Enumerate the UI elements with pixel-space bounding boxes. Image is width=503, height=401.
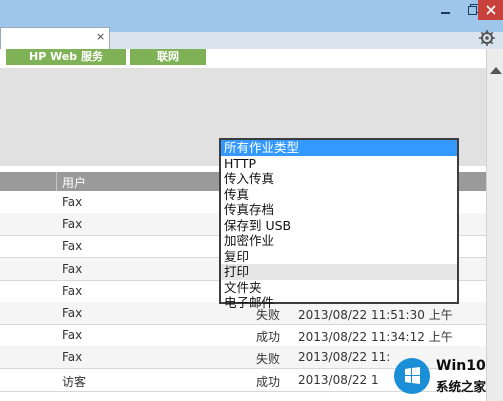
cell-user: Fax (62, 239, 83, 254)
tab-close-icon[interactable]: × (96, 30, 105, 43)
column-header-user[interactable]: 用户 (62, 174, 86, 191)
table-row[interactable]: Fax 成功 2013/08/22 11:34:12 上午 (0, 324, 486, 348)
cell-user: Fax (62, 283, 83, 298)
cell-status: 成功 (256, 330, 281, 345)
cell-time: 2013/08/22 11:34:12 上午 (298, 330, 453, 345)
cell-status: 失败 (256, 352, 281, 367)
scroll-up-arrow-icon[interactable] (490, 67, 502, 74)
win10-logo-icon (394, 358, 430, 394)
watermark: Win10 系统之家 (388, 352, 503, 401)
dropdown-option[interactable]: 加密作业 (221, 233, 457, 249)
cell-user: Fax (62, 328, 83, 343)
close-window-button[interactable] (478, 0, 503, 20)
watermark-line2: 系统之家 (436, 379, 487, 394)
cell-user: Fax (62, 306, 83, 320)
dropdown-option[interactable]: 传入传真 (221, 171, 457, 187)
cell-user: Fax (62, 350, 83, 365)
tab-networking[interactable]: 联网 (130, 49, 206, 65)
vertical-scrollbar[interactable] (486, 49, 503, 401)
dropdown-option[interactable]: 打印 (221, 264, 457, 280)
cell-user: Fax (62, 195, 83, 209)
minimize-icon (441, 12, 450, 14)
minimize-button[interactable] (432, 0, 459, 20)
watermark-line1: Win10 (436, 358, 486, 374)
browser-tab[interactable] (0, 27, 110, 50)
close-icon (485, 5, 496, 15)
cell-user: Fax (62, 261, 83, 276)
cell-status: 成功 (256, 374, 281, 389)
cell-user: Fax (62, 217, 83, 232)
cell-time: 2013/08/22 1 (298, 372, 379, 387)
dropdown-option[interactable]: 保存到 USB (221, 218, 457, 234)
dropdown-option[interactable]: 电子邮件 (221, 295, 457, 311)
cell-user: 访客 (62, 374, 87, 389)
dropdown-option[interactable]: HTTP (221, 156, 457, 172)
gear-icon[interactable] (478, 29, 496, 47)
dropdown-option[interactable]: 传真存档 (221, 202, 457, 218)
column-divider (56, 172, 57, 191)
job-type-dropdown-list[interactable]: 所有作业类型 HTTP 传入传真 传真 传真存档 保存到 USB 加密作业 复印 打印 文件夹 电子… (219, 138, 459, 310)
cell-time: 2013/08/22 11: (298, 350, 391, 365)
dropdown-option[interactable]: 所有作业类型 (221, 140, 457, 156)
dropdown-option[interactable]: 传真 (221, 187, 457, 203)
tab-hp-web-services[interactable]: HP Web 服务 (6, 49, 126, 65)
maximize-icon (468, 5, 477, 15)
dropdown-option[interactable]: 复印 (221, 249, 457, 265)
dropdown-option[interactable]: 文件夹 (221, 280, 457, 296)
nav-strip: HP Web 服务 联网 (0, 49, 486, 68)
